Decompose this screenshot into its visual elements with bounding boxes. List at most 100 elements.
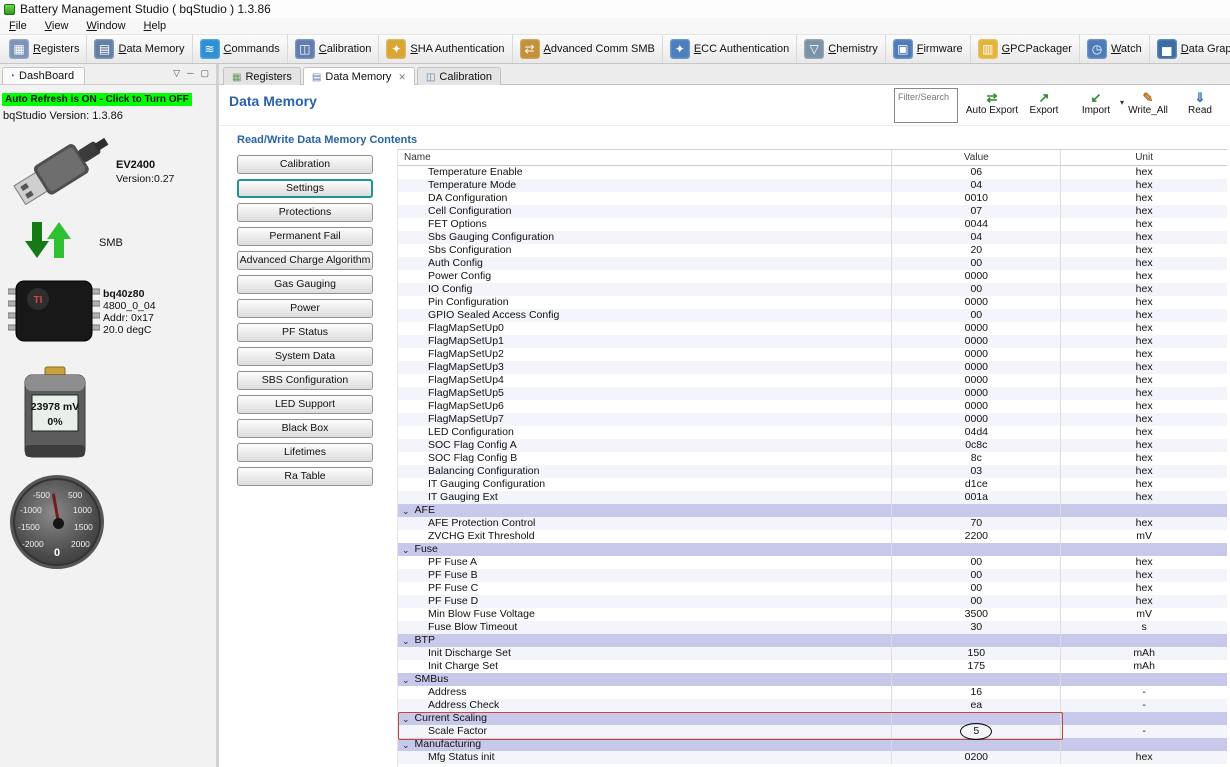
- table-row-flagmapsetup3[interactable]: FlagMapSetUp3 0000 hex: [398, 361, 1227, 374]
- tab-calibration[interactable]: ◫ Calibration: [416, 67, 501, 85]
- menu-help[interactable]: Help: [135, 20, 176, 32]
- filter-search-input[interactable]: [894, 88, 958, 123]
- table-row-sbs-gauging-configuration[interactable]: Sbs Gauging Configuration 04 hex: [398, 231, 1227, 244]
- table-row-pin-configuration[interactable]: Pin Configuration 0000 hex: [398, 296, 1227, 309]
- table-row-pf-fuse-d[interactable]: PF Fuse D 00 hex: [398, 595, 1227, 608]
- category-gas-gauging[interactable]: Gas Gauging: [237, 275, 373, 294]
- toolbar-calibration[interactable]: ◫ Calibration: [288, 35, 380, 63]
- category-black-box[interactable]: Black Box: [237, 419, 373, 438]
- table-row-it-gauging-ext[interactable]: IT Gauging Ext 001a hex: [398, 491, 1227, 504]
- table-row-pf-fuse-c[interactable]: PF Fuse C 00 hex: [398, 582, 1227, 595]
- table-row-flagmapsetup4[interactable]: FlagMapSetUp4 0000 hex: [398, 374, 1227, 387]
- table-section-smbus[interactable]: ⌄ SMBus: [398, 673, 1227, 686]
- toolbar-gpcpackager[interactable]: ▥ GPCPackager: [971, 35, 1080, 63]
- category-lifetimes[interactable]: Lifetimes: [237, 443, 373, 462]
- table-row-gpio-sealed-access-config[interactable]: GPIO Sealed Access Config 00 hex: [398, 309, 1227, 322]
- table-row-cell-configuration[interactable]: Cell Configuration 07 hex: [398, 205, 1227, 218]
- table-row-auth-config[interactable]: Auth Config 00 hex: [398, 257, 1227, 270]
- chevron-down-icon[interactable]: ⌄: [402, 714, 410, 724]
- table-section-fuse[interactable]: ⌄ Fuse: [398, 543, 1227, 556]
- toolbar-commands[interactable]: ≋ Commands: [193, 35, 288, 63]
- category-pf-status[interactable]: PF Status: [237, 323, 373, 342]
- column-header-name[interactable]: Name: [398, 150, 891, 165]
- table-section-current-scaling[interactable]: ⌄ Current Scaling: [398, 712, 1227, 740]
- table-row-pf-fuse-b[interactable]: PF Fuse B 00 hex: [398, 569, 1227, 582]
- category-protections[interactable]: Protections: [237, 203, 373, 222]
- category-advanced-charge-algorithm[interactable]: Advanced Charge Algorithm: [237, 251, 373, 270]
- table-section-afe[interactable]: ⌄ AFE: [398, 504, 1227, 517]
- chevron-down-icon[interactable]: ⌄: [402, 675, 410, 685]
- table-row-flagmapsetup6[interactable]: FlagMapSetUp6 0000 hex: [398, 400, 1227, 413]
- table-row-da-configuration[interactable]: DA Configuration 0010 hex: [398, 192, 1227, 205]
- category-settings[interactable]: Settings: [237, 179, 373, 198]
- menu-file[interactable]: File: [0, 20, 36, 32]
- table-row-fet-options[interactable]: FET Options 0044 hex: [398, 218, 1227, 231]
- menu-view[interactable]: View: [36, 20, 78, 32]
- table-row-temperature-enable[interactable]: Temperature Enable 06 hex: [398, 166, 1227, 179]
- table-row-io-config[interactable]: IO Config 00 hex: [398, 283, 1227, 296]
- table-row-flagmapsetup2[interactable]: FlagMapSetUp2 0000 hex: [398, 348, 1227, 361]
- maximize-icon[interactable]: ▢: [200, 68, 209, 79]
- table-row-init-charge-set[interactable]: Init Charge Set 175 mAh: [398, 660, 1227, 673]
- table-row-fuse-blow-timeout[interactable]: Fuse Blow Timeout 30 s: [398, 621, 1227, 634]
- toolbar-ecc-authentication[interactable]: ✦ ECC Authentication: [663, 35, 798, 63]
- table-row-temperature-mode[interactable]: Temperature Mode 04 hex: [398, 179, 1227, 192]
- action-read[interactable]: ⇓ Read: [1174, 88, 1226, 116]
- toolbar-advanced-comm-smb[interactable]: ⇄ Advanced Comm SMB: [513, 35, 663, 63]
- action-auto-export[interactable]: ⇄ Auto Export: [966, 88, 1018, 116]
- chevron-down-icon[interactable]: ⌄: [402, 545, 410, 555]
- table-row-flagmapsetup7[interactable]: FlagMapSetUp7 0000 hex: [398, 413, 1227, 426]
- chevron-down-icon[interactable]: ⌄: [402, 636, 410, 646]
- table-row-flagmapsetup1[interactable]: FlagMapSetUp1 0000 hex: [398, 335, 1227, 348]
- action-export[interactable]: ↗ Export: [1018, 88, 1070, 116]
- table-row-flagmapsetup0[interactable]: FlagMapSetUp0 0000 hex: [398, 322, 1227, 335]
- action-import[interactable]: ↙ Import ▾: [1070, 88, 1124, 116]
- tab-registers[interactable]: ▦ Registers: [223, 67, 301, 85]
- table-row-flagmapsetup5[interactable]: FlagMapSetUp5 0000 hex: [398, 387, 1227, 400]
- panel-menu-icon[interactable]: ▽: [173, 68, 180, 79]
- category-sbs-configuration[interactable]: SBS Configuration: [237, 371, 373, 390]
- table-row-it-gauging-configuration[interactable]: IT Gauging Configuration d1ce hex: [398, 478, 1227, 491]
- table-row-soc-flag-config-b[interactable]: SOC Flag Config B 8c hex: [398, 452, 1227, 465]
- table-row-balancing-configuration[interactable]: Balancing Configuration 03 hex: [398, 465, 1227, 478]
- action-write-all[interactable]: ✎ Write_All: [1122, 88, 1174, 116]
- category-calibration[interactable]: Calibration: [237, 155, 373, 174]
- toolbar-registers[interactable]: ▦ Registers: [2, 35, 88, 63]
- chevron-down-icon[interactable]: ⌄: [402, 740, 410, 750]
- table-row-address-check[interactable]: Address Check ea -: [398, 699, 1227, 712]
- table-row-scale-factor[interactable]: Scale Factor 5 -: [398, 723, 1227, 740]
- category-system-data[interactable]: System Data: [237, 347, 373, 366]
- table-row-power-config[interactable]: Power Config 0000 hex: [398, 270, 1227, 283]
- dashboard-tab[interactable]: ◔ DashBoard: [2, 67, 86, 84]
- column-header-value[interactable]: Value: [891, 150, 1060, 165]
- toolbar-firmware[interactable]: ▣ Firmware: [886, 35, 971, 63]
- table-row-mfg-status-init[interactable]: Mfg Status init 0200 hex: [398, 751, 1227, 764]
- category-ra-table[interactable]: Ra Table: [237, 467, 373, 486]
- chevron-down-icon[interactable]: ⌄: [402, 506, 410, 516]
- table-row-afe-protection-control[interactable]: AFE Protection Control 70 hex: [398, 517, 1227, 530]
- category-permanent-fail[interactable]: Permanent Fail: [237, 227, 373, 246]
- table-row-pf-fuse-a[interactable]: PF Fuse A 00 hex: [398, 556, 1227, 569]
- table-row-led-configuration[interactable]: LED Configuration 04d4 hex: [398, 426, 1227, 439]
- toolbar-watch[interactable]: ◷ Watch: [1080, 35, 1150, 63]
- table-section-manufacturing[interactable]: ⌄ Manufacturing: [398, 738, 1227, 751]
- table-section-btp[interactable]: ⌄ BTP: [398, 634, 1227, 647]
- table-row-address[interactable]: Address 16-: [398, 686, 1227, 699]
- category-led-support[interactable]: LED Support: [237, 395, 373, 414]
- menu-window[interactable]: Window: [77, 20, 134, 32]
- table-row-zvchg-exit-threshold[interactable]: ZVCHG Exit Threshold 2200 mV: [398, 530, 1227, 543]
- toolbar-data-graph[interactable]: ▅Data Graph: [1150, 35, 1230, 63]
- toolbar-data-memory[interactable]: ▤ Data Memory: [87, 35, 193, 63]
- table-row-init-discharge-set[interactable]: Init Discharge Set 150 mAh: [398, 647, 1227, 660]
- toolbar-sha-authentication[interactable]: ✦ SHA Authentication: [379, 35, 513, 63]
- auto-refresh-banner[interactable]: Auto Refresh is ON - Click to Turn OFF: [2, 93, 192, 106]
- tab-close-icon[interactable]: ✕: [398, 72, 406, 83]
- tab-data-memory[interactable]: ▤ Data Memory ✕: [302, 67, 415, 85]
- category-power[interactable]: Power: [237, 299, 373, 318]
- table-row-min-blow-fuse-voltage[interactable]: Min Blow Fuse Voltage 3500 mV: [398, 608, 1227, 621]
- toolbar-chemistry[interactable]: ▽ Chemistry: [797, 35, 886, 63]
- minimize-icon[interactable]: ─: [187, 68, 193, 79]
- column-header-unit[interactable]: Unit: [1060, 150, 1227, 165]
- table-row-soc-flag-config-a[interactable]: SOC Flag Config A 0c8c hex: [398, 439, 1227, 452]
- table-row-sbs-configuration[interactable]: Sbs Configuration 20 hex: [398, 244, 1227, 257]
